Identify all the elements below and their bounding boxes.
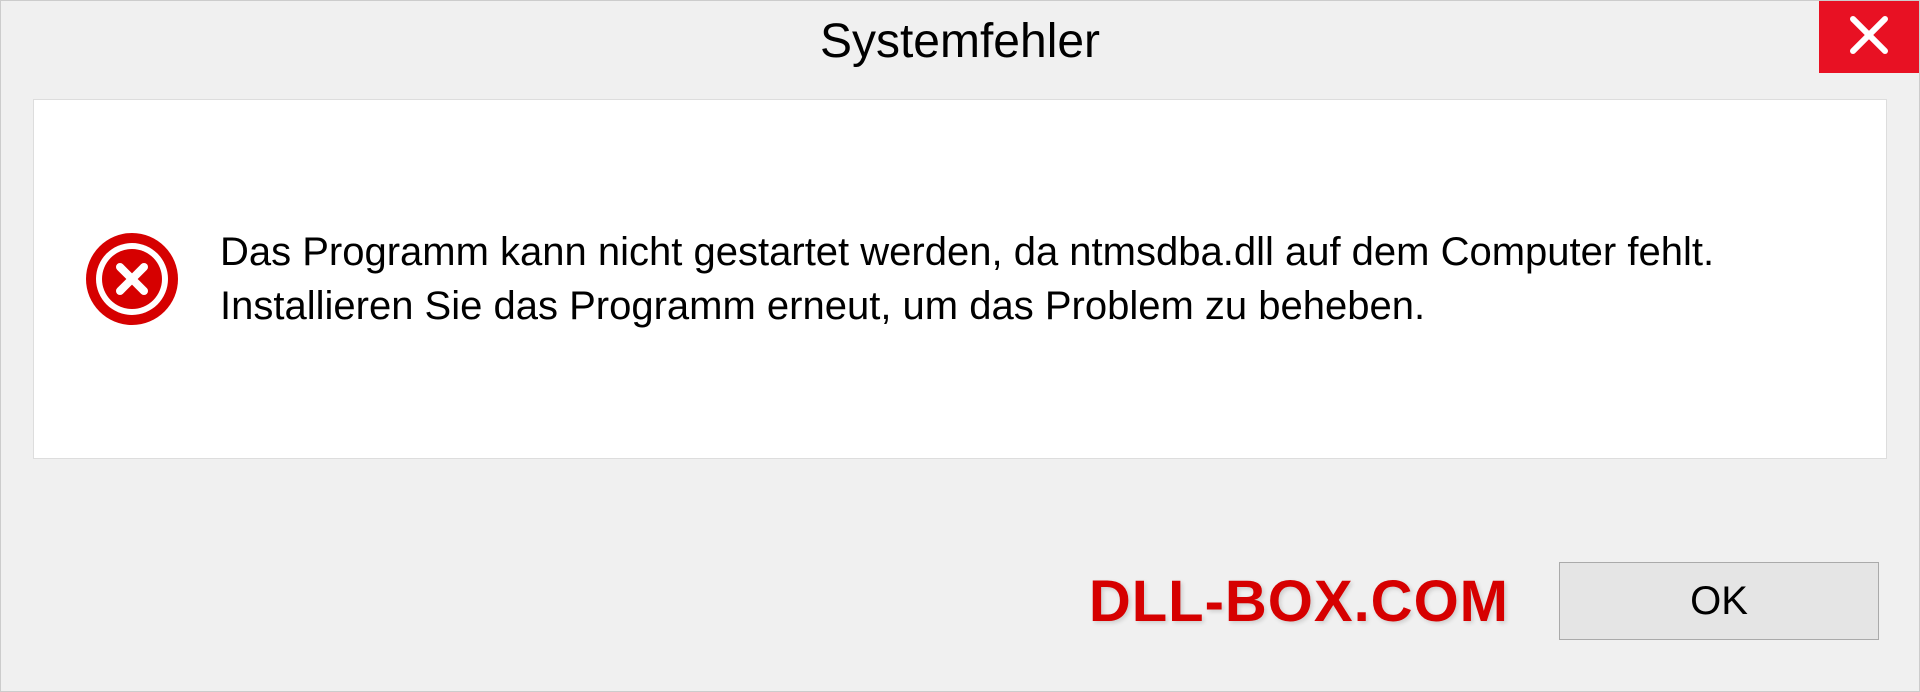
footer: DLL-BOX.COM OK <box>1 511 1919 691</box>
error-icon <box>84 231 180 327</box>
ok-button-label: OK <box>1690 579 1748 624</box>
close-button[interactable] <box>1819 1 1919 73</box>
watermark-text: DLL-BOX.COM <box>1089 568 1509 635</box>
dialog-title: Systemfehler <box>820 14 1100 69</box>
titlebar: Systemfehler <box>1 1 1919 81</box>
error-dialog: Systemfehler Das Programm kann nicht ges… <box>0 0 1920 692</box>
error-message: Das Programm kann nicht gestartet werden… <box>220 225 1836 333</box>
close-icon <box>1847 13 1891 62</box>
ok-button[interactable]: OK <box>1559 562 1879 640</box>
content-area: Das Programm kann nicht gestartet werden… <box>33 99 1887 459</box>
